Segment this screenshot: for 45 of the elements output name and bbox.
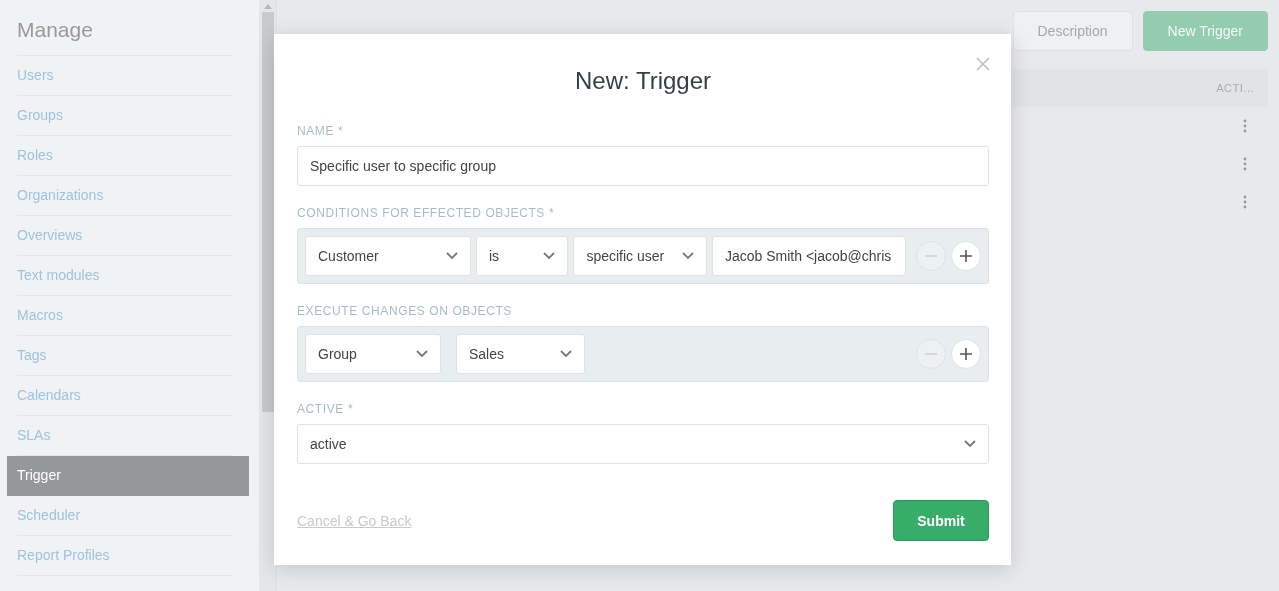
name-field[interactable]: Specific user to specific group	[297, 146, 989, 186]
kebab-menu-icon[interactable]	[1243, 157, 1247, 171]
select-field[interactable]: Group	[305, 334, 441, 374]
sidebar-item[interactable]: Organizations	[17, 176, 233, 216]
sidebar-item[interactable]: Scheduler	[17, 496, 233, 536]
caret-icon	[682, 252, 694, 260]
modal-title: New: Trigger	[574, 67, 711, 94]
sidebar-item[interactable]: Report Profiles	[17, 536, 233, 576]
submit-button[interactable]: Submit	[893, 500, 989, 541]
column-header: ACTI...	[1216, 82, 1254, 94]
select-field[interactable]: specific user	[573, 236, 707, 276]
select-field[interactable]: Customer	[305, 236, 471, 276]
sidebar-item[interactable]: Users	[17, 56, 233, 96]
sidebar-item[interactable]: Roles	[17, 136, 233, 176]
sidebar-item[interactable]: Calendars	[17, 376, 233, 416]
caret-icon	[964, 440, 976, 448]
input-field[interactable]: Jacob Smith <jacob@chris	[712, 236, 906, 276]
close-icon[interactable]	[976, 57, 990, 71]
new-button[interactable]: New Trigger	[1142, 11, 1268, 51]
scroll-up-icon[interactable]	[263, 4, 272, 9]
field-label: EXECUTE CHANGES ON OBJECTS	[297, 304, 512, 318]
sidebar-item[interactable]: Overviews	[17, 216, 233, 256]
field-label: NAME *	[297, 124, 344, 138]
sidebar-title: Manage	[17, 17, 233, 56]
description-button[interactable]: Description	[1012, 11, 1133, 51]
sidebar-item[interactable]: Groups	[17, 96, 233, 136]
kebab-menu-icon[interactable]	[1243, 119, 1247, 133]
add-button[interactable]	[951, 241, 981, 271]
plus-icon	[960, 348, 972, 360]
caret-icon	[445, 252, 458, 260]
field-label: CONDITIONS FOR EFFECTED OBJECTS *	[297, 206, 555, 220]
add-button[interactable]	[951, 339, 981, 369]
kebab-menu-icon[interactable]	[1243, 195, 1247, 209]
plus-icon	[960, 250, 972, 262]
sidebar-item[interactable]: Trigger	[7, 456, 249, 496]
select-field[interactable]: active	[297, 424, 989, 464]
caret-icon	[560, 350, 572, 358]
sidebar-item[interactable]: Tags	[17, 336, 233, 376]
select-field[interactable]: Sales	[456, 334, 585, 374]
caret-icon	[416, 350, 428, 358]
select-field[interactable]: is	[475, 236, 569, 276]
caret-icon	[543, 252, 556, 260]
field-label: ACTIVE *	[297, 402, 354, 416]
sidebar-item[interactable]: Macros	[17, 296, 233, 336]
sidebar-item[interactable]: Text modules	[17, 256, 233, 296]
